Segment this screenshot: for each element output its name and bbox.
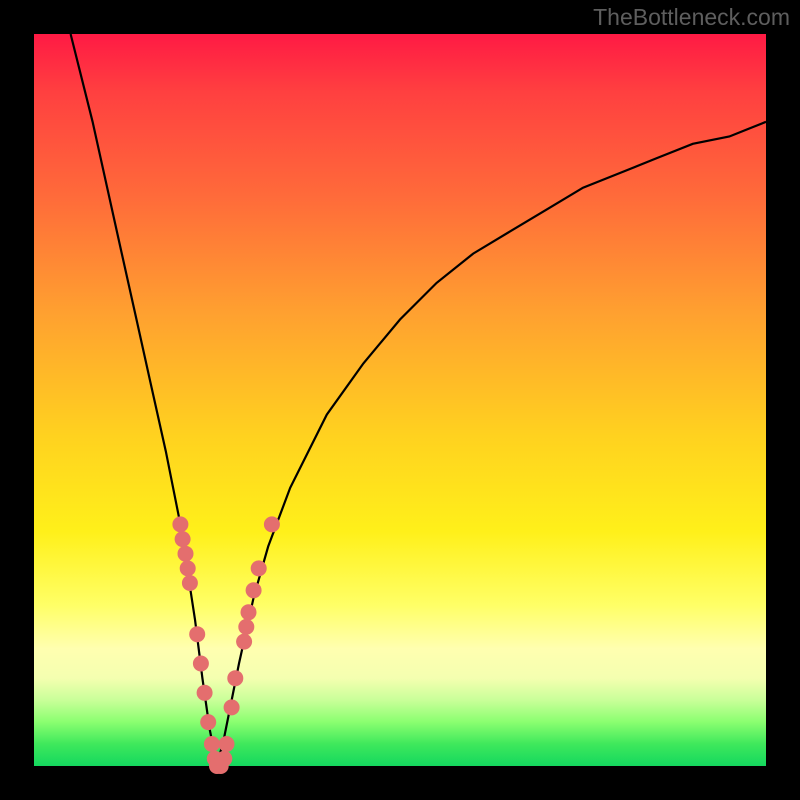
bottleneck-curve-path: [71, 34, 766, 766]
data-point: [219, 736, 235, 752]
curve-svg: [34, 34, 766, 766]
data-point: [264, 516, 280, 532]
data-point: [216, 751, 232, 767]
data-point: [175, 531, 191, 547]
data-point: [197, 685, 213, 701]
data-points-group: [172, 516, 280, 774]
data-point: [172, 516, 188, 532]
data-point: [238, 619, 254, 635]
data-point: [178, 546, 194, 562]
data-point: [180, 560, 196, 576]
data-point: [251, 560, 267, 576]
data-point: [204, 736, 220, 752]
data-point: [189, 626, 205, 642]
plot-area: [34, 34, 766, 766]
data-point: [236, 634, 252, 650]
data-point: [182, 575, 198, 591]
data-point: [241, 604, 257, 620]
watermark-text: TheBottleneck.com: [593, 4, 790, 31]
data-point: [227, 670, 243, 686]
data-point: [224, 699, 240, 715]
data-point: [200, 714, 216, 730]
chart-frame: TheBottleneck.com: [0, 0, 800, 800]
data-point: [193, 656, 209, 672]
data-point: [246, 582, 262, 598]
